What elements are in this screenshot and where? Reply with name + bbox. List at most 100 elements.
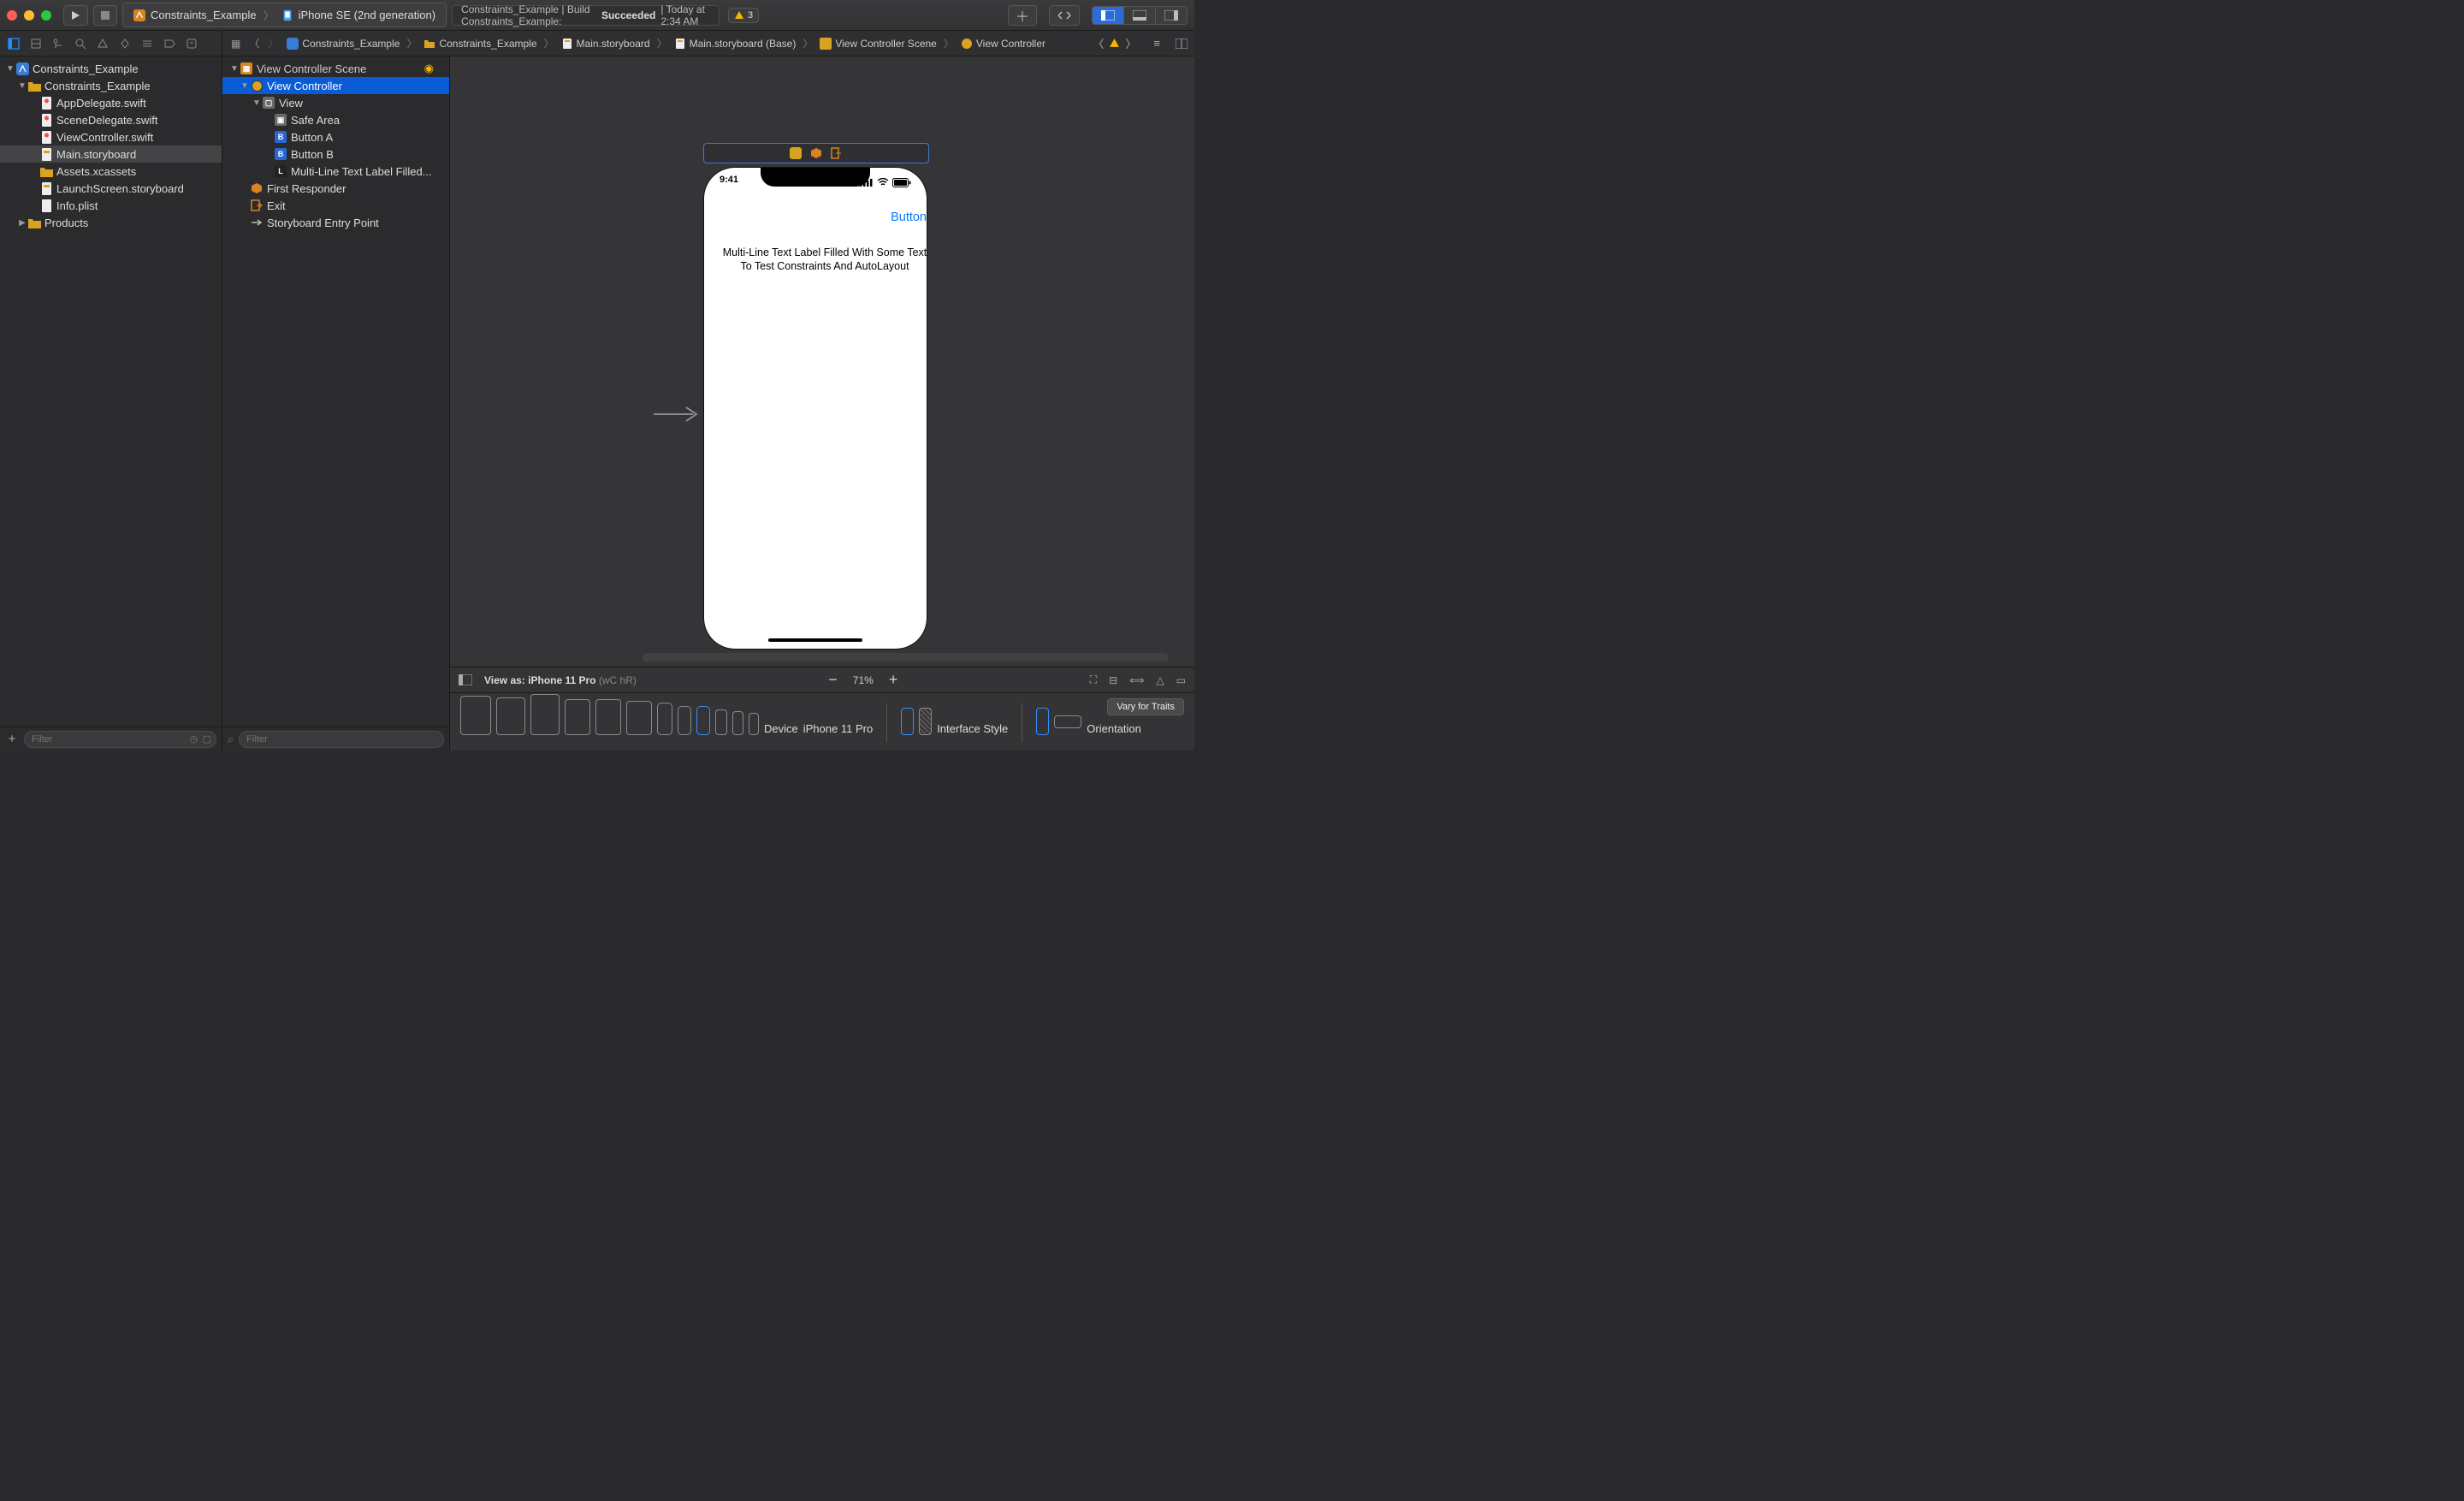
clock-icon[interactable]: ◷ [189,733,198,745]
stop-button[interactable] [93,5,117,26]
exit-icon [831,147,843,159]
back-button[interactable]: 〈 [246,36,263,50]
device-preview[interactable]: 9:41 Button Multi-Line Text Label Filled… [704,168,927,649]
zoom-out[interactable]: − [828,671,838,689]
toggle-debug-area[interactable] [1124,7,1156,24]
outline-multiline-label[interactable]: LMulti-Line Text Label Filled... [222,163,449,180]
outline-exit[interactable]: Exit [222,197,449,214]
tree-file[interactable]: AppDelegate.swift [0,94,222,111]
ib-editor: 9:41 Button Multi-Line Text Label Filled… [450,56,1194,750]
tree-file[interactable]: LaunchScreen.storyboard [0,180,222,197]
embed-stack-icon[interactable]: ▭ [1176,674,1186,686]
entry-arrow-icon [652,402,700,426]
minimize-window[interactable] [24,10,34,21]
outline-button-a[interactable]: BButton A [222,128,449,145]
project-filter-input[interactable] [24,731,216,748]
view-as-device[interactable]: iPhone 11 Pro [528,674,595,686]
crumb-storyboard-base[interactable]: Main.storyboard (Base) [671,38,800,50]
find-navigator-icon[interactable] [74,37,87,50]
code-review-button[interactable] [1049,5,1080,26]
zoom-in[interactable]: + [889,671,898,689]
adjust-editor-icon[interactable]: ≡ [1153,37,1160,50]
battery-icon [892,178,911,187]
scm-filter-icon[interactable]: ▢ [203,733,211,745]
report-navigator-icon[interactable] [185,37,198,50]
project-navigator-icon[interactable] [7,37,21,50]
add-editor-icon[interactable] [1176,39,1188,49]
crumb-storyboard[interactable]: Main.storyboard [558,38,654,50]
tree-file[interactable]: Info.plist [0,197,222,214]
crumb-project[interactable]: Constraints_Example [283,38,403,50]
project-navigator: ▼Constraints_Example ▼Constraints_Exampl… [0,56,222,750]
outline-filter-input[interactable] [239,731,444,748]
toggle-inspectors[interactable] [1156,7,1187,24]
navigator-selector [0,31,222,56]
outline-button-b[interactable]: BButton B [222,145,449,163]
library-button[interactable]: ＋ [1008,5,1037,26]
prev-issue[interactable]: 〈 [1093,35,1104,51]
crumb-scene[interactable]: View Controller Scene [816,38,940,50]
embed-in-icon[interactable]: ⛶ [1090,673,1097,686]
project-tree[interactable]: ▼Constraints_Example ▼Constraints_Exampl… [0,56,222,727]
source-control-navigator-icon[interactable] [29,37,43,50]
warning-icon[interactable] [1109,38,1120,49]
breakpoint-navigator-icon[interactable] [163,37,176,50]
outline-tree[interactable]: ▼▦View Controller Scene◉ ▼View Controlle… [222,56,449,727]
vary-for-traits-button[interactable]: Vary for Traits [1107,698,1184,715]
issue-navigator-icon[interactable] [96,37,110,50]
tree-group[interactable]: ▼Constraints_Example [0,77,222,94]
tree-file[interactable]: ViewController.swift [0,128,222,145]
outline-view-controller[interactable]: ▼View Controller [222,77,449,94]
next-issue[interactable]: 〉 [1125,35,1136,51]
tree-products[interactable]: ▶Products [0,214,222,231]
scene-warning-icon[interactable]: ◉ [424,62,434,75]
tree-file-selected[interactable]: Main.storyboard [0,145,222,163]
outline-entry-point[interactable]: Storyboard Entry Point [222,214,449,231]
issues-indicator[interactable]: 3 [728,8,759,23]
zoom-window[interactable] [41,10,51,21]
ib-canvas[interactable]: 9:41 Button Multi-Line Text Label Filled… [450,56,1194,667]
outline-view[interactable]: ▼▢View [222,94,449,111]
outline-safe-area[interactable]: ▣Safe Area [222,111,449,128]
related-items-icon[interactable]: ▦ [228,38,244,50]
simulator-icon [281,9,293,21]
crumb-vc[interactable]: View Controller [957,38,1049,50]
close-window[interactable] [7,10,17,21]
device-picker[interactable]: Device iPhone 11 Pro [460,694,873,747]
pin-icon[interactable]: ⟺ [1129,674,1144,686]
scheme-selector[interactable]: Constraints_Example 〉 iPhone SE (2nd gen… [122,3,447,27]
tree-file[interactable]: Assets.xcassets [0,163,222,180]
add-button[interactable]: + [5,732,19,746]
canvas-multiline-label[interactable]: Multi-Line Text Label Filled With Some T… [718,246,932,273]
scene-dock[interactable] [703,143,929,163]
canvas-button-b[interactable]: Button [891,211,927,224]
run-button[interactable] [63,5,88,26]
outline-first-responder[interactable]: First Responder [222,180,449,197]
forward-button[interactable]: 〉 [264,36,281,50]
device-config-bar: Device iPhone 11 Pro Interface Style Ori… [450,692,1194,750]
canvas-h-scrollbar[interactable] [643,653,1169,662]
orientation-label: Orientation [1087,722,1141,735]
test-navigator-icon[interactable] [118,37,132,50]
symbol-navigator-icon[interactable] [51,37,65,50]
warning-icon [734,10,744,21]
crumb-group[interactable]: Constraints_Example [420,38,540,50]
project-filter-bar: + ◷ ▢ [0,727,222,750]
style-label: Interface Style [937,722,1008,735]
align-icon[interactable]: ⊟ [1109,674,1117,686]
wifi-icon [877,178,889,187]
resolve-issues-icon[interactable]: △ [1156,674,1164,686]
toggle-navigator[interactable] [1093,7,1124,24]
debug-navigator-icon[interactable] [140,37,154,50]
activity-viewer[interactable]: Constraints_Example | Build Constraints_… [452,5,720,26]
outline-toggle-icon[interactable] [459,674,472,685]
tree-project-root[interactable]: ▼Constraints_Example [0,60,222,77]
jump-bar-right: 〈 〉 ≡ [1086,31,1194,56]
tree-file[interactable]: SceneDelegate.swift [0,111,222,128]
zoom-value[interactable]: 71% [853,674,874,686]
outline-scene[interactable]: ▼▦View Controller Scene◉ [222,60,449,77]
interface-style-picker[interactable]: Interface Style [901,708,1008,747]
warning-count: 3 [748,10,753,21]
jump-bar[interactable]: ▦ 〈 〉 Constraints_Example〉 Constraints_E… [222,31,1086,56]
status-bar: 9:41 [704,175,927,190]
